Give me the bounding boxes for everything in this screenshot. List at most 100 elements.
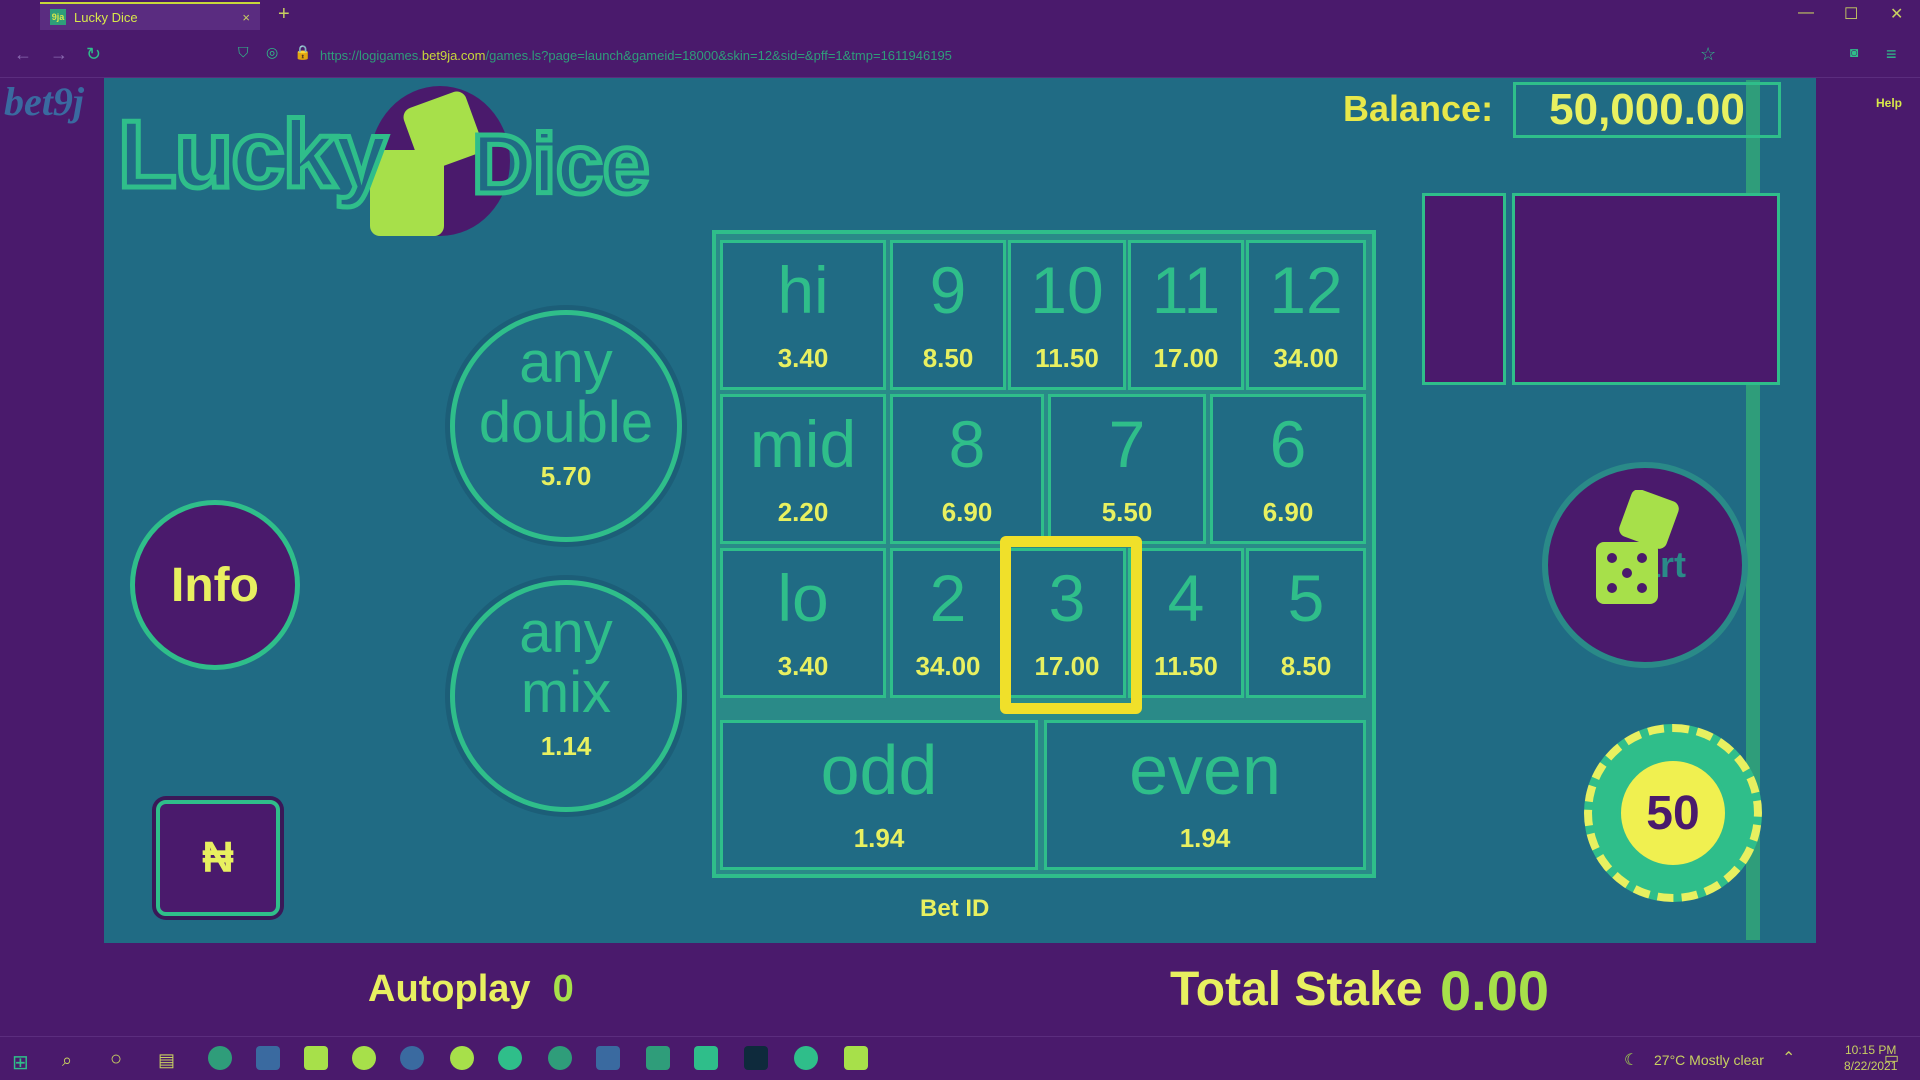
game-title-lucky: Lucky [115, 99, 389, 211]
bet-odds: 11.50 [1035, 343, 1099, 373]
address-bar[interactable]: https://logigames.bet9ja.com/games.ls?pa… [320, 48, 952, 63]
task-view-icon[interactable]: ▤ [158, 1050, 175, 1071]
bet-odds: 17.00 [1153, 343, 1219, 373]
weather-icon: ☾ [1624, 1052, 1639, 1069]
dice-icon [1596, 490, 1679, 604]
selected-cell-highlight [1000, 536, 1142, 714]
new-tab-button[interactable]: + [278, 3, 290, 26]
bet-odds: 11.50 [1154, 651, 1218, 681]
bet-cell-10[interactable]: 10 11.50 [1008, 240, 1126, 390]
cortana-icon[interactable]: ○ [110, 1048, 122, 1071]
info-button[interactable]: Info [130, 500, 300, 670]
calculator-icon[interactable] [646, 1046, 670, 1070]
minimize-icon[interactable]: — [1798, 4, 1814, 22]
autoplay-label: Autoplay [368, 968, 531, 1010]
vscode-icon[interactable] [256, 1046, 280, 1070]
bet-odds: 5.50 [1101, 497, 1153, 527]
opera-icon[interactable] [400, 1046, 424, 1070]
bet-cell-odd[interactable]: odd 1.94 [720, 720, 1038, 870]
reload-icon[interactable]: ↻ [86, 44, 101, 65]
balance-value: 50,000.00 [1513, 82, 1781, 138]
tab-close-icon[interactable]: × [242, 10, 250, 25]
total-stake-label: Total Stake [1170, 963, 1423, 1016]
bet-odds: 6.90 [1262, 497, 1314, 527]
bet-label: 4 [1167, 561, 1205, 635]
notifications-icon[interactable]: ▭ [1884, 1048, 1899, 1068]
bet-odds: 8.50 [922, 343, 974, 373]
security-icon[interactable]: ◎ [266, 44, 278, 61]
bet-odds: 1.94 [853, 823, 905, 853]
tab-lucky-dice[interactable]: 9ja Lucky Dice × [40, 2, 260, 30]
bet-label: 11 [1151, 253, 1221, 327]
bet-cell-mid[interactable]: mid 2.20 [720, 394, 886, 544]
tracking-shield-icon[interactable]: ⛉ [238, 44, 249, 61]
bet-cell-even[interactable]: even 1.94 [1044, 720, 1366, 870]
any-mix-bet[interactable]: any mix 1.14 [450, 580, 682, 812]
bet-cell-12[interactable]: 12 34.00 [1246, 240, 1366, 390]
sublime-icon[interactable] [694, 1046, 718, 1070]
any-double-bet[interactable]: any double 5.70 [450, 310, 682, 542]
bet-odds: 34.00 [1273, 343, 1339, 373]
bet-cell-lo[interactable]: lo 3.40 [720, 548, 886, 698]
total-stake-value: 0.00 [1440, 959, 1549, 1022]
file-explorer-icon[interactable] [304, 1046, 328, 1070]
weather-text[interactable]: 27°C Mostly clear [1654, 1052, 1764, 1068]
bet-odds: 6.90 [941, 497, 993, 527]
url-suffix: /games.ls?page=launch&gameid=18000&skin=… [485, 48, 952, 63]
sticky-notes-icon[interactable] [844, 1046, 868, 1070]
bet-cell-11[interactable]: 11 17.00 [1128, 240, 1244, 390]
bet-label: hi [777, 253, 829, 327]
balance-label: Balance: [1343, 88, 1494, 129]
tray-chevron-icon[interactable]: ⌃ [1782, 1048, 1795, 1068]
game-title-dice: Dice [469, 115, 651, 214]
autoplay-value: 0 [552, 968, 574, 1010]
maximize-icon[interactable]: ☐ [1844, 4, 1858, 24]
edge-icon[interactable] [208, 1046, 232, 1070]
bet-cell-hi[interactable]: hi 3.40 [720, 240, 886, 390]
bet-cell-6[interactable]: 6 6.90 [1210, 394, 1366, 544]
bet-label: any [519, 330, 613, 395]
bet-odds: 5.70 [540, 461, 592, 491]
bet-label: 5 [1287, 561, 1325, 635]
bet-label: 2 [929, 561, 967, 635]
help-link[interactable]: Help [1876, 96, 1902, 110]
bet-label: mix [520, 660, 612, 725]
currency-button[interactable]: ₦ [156, 800, 280, 916]
back-icon[interactable]: ← [14, 44, 32, 65]
bet9ja-logo[interactable]: bet9j [4, 78, 84, 125]
menu-icon[interactable]: ≡ [1886, 44, 1897, 65]
bet-id-label: Bet ID [920, 895, 990, 922]
bet-odds: 3.40 [777, 343, 829, 373]
bet-label: even [1129, 731, 1281, 809]
bet-label: 8 [948, 407, 986, 481]
windows-start-icon[interactable]: ⊞ [12, 1050, 29, 1075]
bet-cell-2[interactable]: 2 34.00 [890, 548, 1006, 698]
stake-chip[interactable]: 50 [1584, 724, 1762, 902]
bookmark-star-icon[interactable]: ☆ [1700, 44, 1716, 65]
bet-odds: 1.94 [1179, 823, 1231, 853]
bet-label: mid [749, 407, 857, 481]
firefox-icon[interactable] [794, 1046, 818, 1070]
autoplay-control[interactable]: Autoplay 0 [368, 968, 574, 1011]
app-icon[interactable] [352, 1046, 376, 1070]
bet9ja-favicon-icon: 9ja [50, 9, 66, 25]
bet-cell-7[interactable]: 7 5.50 [1048, 394, 1206, 544]
close-window-icon[interactable]: ✕ [1890, 4, 1903, 24]
pocket-icon[interactable]: ◙ [1850, 44, 1858, 60]
edge-browser-icon[interactable] [548, 1046, 572, 1070]
bet-cell-5[interactable]: 5 8.50 [1246, 548, 1366, 698]
bet-odds: 8.50 [1280, 651, 1332, 681]
forward-icon[interactable]: → [50, 44, 68, 65]
search-icon[interactable]: ⌕ [62, 1050, 72, 1071]
bet-cell-4[interactable]: 4 11.50 [1128, 548, 1244, 698]
bet-cell-8[interactable]: 8 6.90 [890, 394, 1044, 544]
terminal-icon[interactable] [744, 1046, 768, 1070]
network-app-icon[interactable] [596, 1046, 620, 1070]
lock-icon[interactable]: 🔒 [294, 44, 311, 61]
bet-cell-9[interactable]: 9 8.50 [890, 240, 1006, 390]
chip-value: 50 [1617, 757, 1729, 869]
bet-odds: 1.14 [540, 731, 592, 761]
result-panel-large [1512, 193, 1780, 385]
whatsapp-icon[interactable] [498, 1046, 522, 1070]
chrome-icon[interactable] [450, 1046, 474, 1070]
